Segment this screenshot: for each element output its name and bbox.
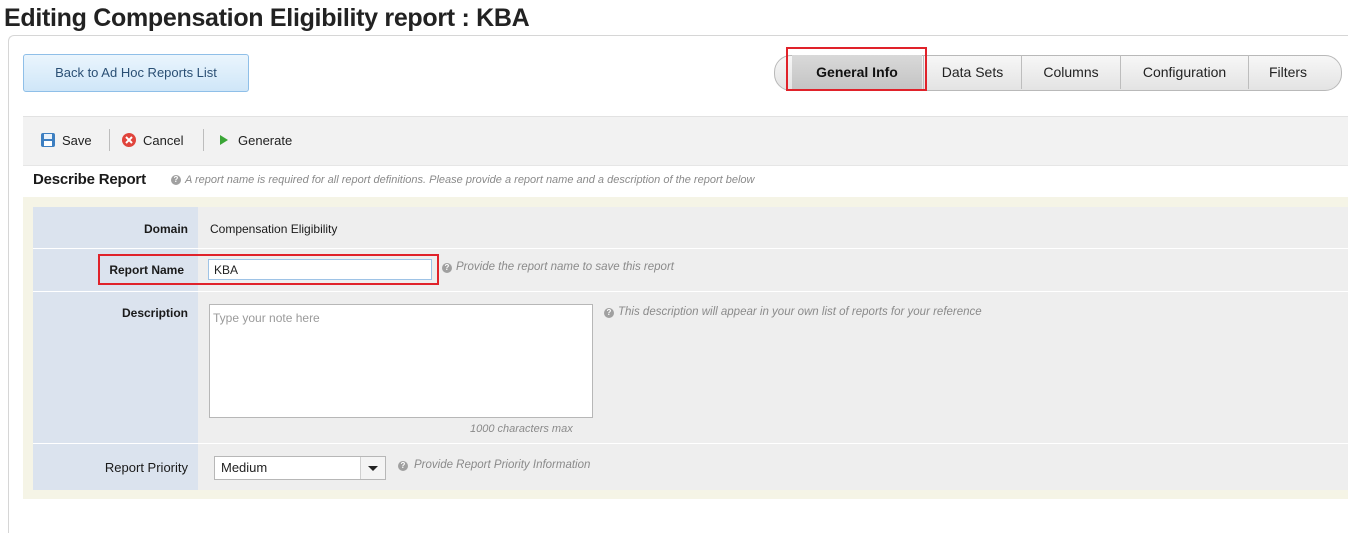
report-name-hint: Provide the report name to save this rep…: [456, 261, 674, 273]
description-textarea[interactable]: [209, 304, 593, 418]
tab-general-info[interactable]: General Info: [792, 55, 922, 89]
toolbar-divider: [109, 129, 110, 151]
report-name-input[interactable]: [208, 259, 432, 280]
domain-label: Domain: [143, 222, 188, 236]
help-icon: ?: [604, 308, 614, 318]
generate-button[interactable]: Generate: [218, 132, 292, 150]
help-icon: ?: [442, 263, 452, 273]
cancel-label: Cancel: [143, 133, 184, 148]
row-divider: [33, 248, 1348, 249]
row-divider: [33, 443, 1348, 444]
label-column: [33, 207, 198, 490]
save-label: Save: [62, 133, 92, 148]
description-char-limit: 1000 characters max: [470, 423, 573, 435]
description-hint: This description will appear in your own…: [618, 306, 982, 318]
priority-select-value: Medium: [221, 460, 268, 475]
toolbar-divider: [203, 129, 204, 151]
cancel-icon: [122, 133, 136, 147]
help-icon: ?: [171, 175, 181, 185]
tab-columns[interactable]: Columns: [1021, 55, 1120, 89]
domain-value: Compensation Eligibility: [210, 222, 338, 236]
tab-configuration[interactable]: Configuration: [1120, 55, 1248, 89]
page-title: Editing Compensation Eligibility report …: [4, 4, 530, 32]
cancel-button[interactable]: Cancel: [121, 132, 183, 150]
section-title-text: Describe Report: [33, 171, 146, 188]
chevron-down-icon[interactable]: [360, 457, 385, 479]
section-title: Describe Report: [33, 171, 146, 188]
help-icon: ?: [398, 461, 408, 471]
save-button[interactable]: Save: [40, 132, 92, 150]
save-icon: [41, 133, 55, 147]
generate-label: Generate: [238, 133, 293, 148]
back-to-reports-button[interactable]: Back to Ad Hoc Reports List: [23, 54, 249, 92]
play-icon: [220, 135, 228, 145]
tab-data-sets[interactable]: Data Sets: [923, 55, 1021, 89]
report-name-label: Report Name: [109, 263, 184, 277]
tab-filters[interactable]: Filters: [1248, 55, 1327, 89]
section-hint: A report name is required for all report…: [185, 174, 755, 186]
priority-hint: Provide Report Priority Information: [414, 459, 591, 471]
row-divider: [33, 291, 1348, 292]
priority-select[interactable]: Medium: [214, 456, 386, 480]
priority-label: Report Priority: [104, 460, 188, 475]
description-label: Description: [121, 306, 188, 320]
